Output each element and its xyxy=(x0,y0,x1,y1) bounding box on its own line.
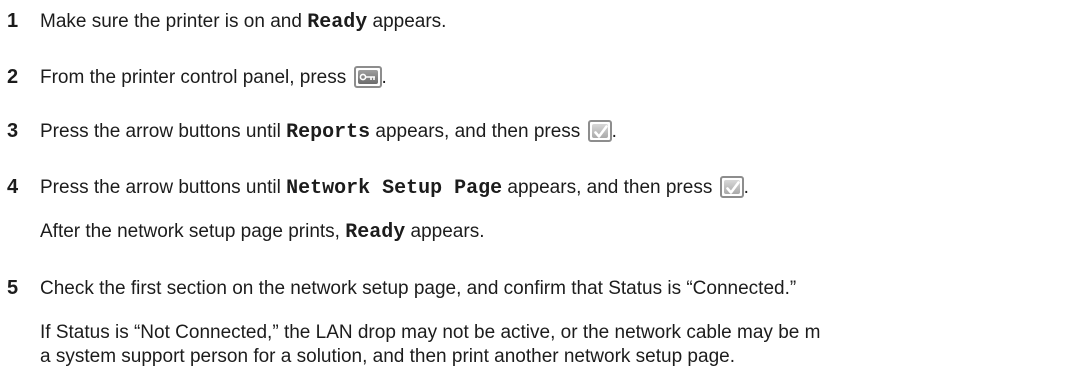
step-number: 3 xyxy=(7,120,19,142)
step-2: 2 From the printer control panel, press . xyxy=(0,65,387,90)
step-5: 5 Check the first section on the network … xyxy=(0,276,796,301)
step-text: . xyxy=(611,121,617,142)
display-message: Ready xyxy=(345,221,406,244)
step-number: 5 xyxy=(7,277,19,299)
step-5-note-line-2: a system support person for a solution, … xyxy=(40,345,735,369)
step-4: 4 Press the arrow buttons until Network S… xyxy=(0,175,749,201)
step-text: appears, and then press xyxy=(502,177,718,198)
menu-key-icon xyxy=(353,66,382,88)
step-3: 3 Press the arrow buttons until Reports a… xyxy=(0,119,617,145)
instructions-document: 1 Make sure the printer is on and Ready a… xyxy=(0,0,1082,374)
step-text: Make sure the printer is on and xyxy=(40,11,308,32)
note-text: After the network setup page prints, xyxy=(40,221,346,242)
step-text: Press the arrow buttons until xyxy=(40,121,287,142)
display-message: Network Setup Page xyxy=(286,177,503,200)
step-4-note: After the network setup page prints, Rea… xyxy=(40,220,484,245)
step-number: 4 xyxy=(7,176,19,198)
step-text: . xyxy=(743,177,749,198)
note-text: If Status is “Not Connected,” the LAN dr… xyxy=(40,322,821,343)
step-number: 1 xyxy=(7,10,19,32)
select-check-icon xyxy=(719,176,744,198)
step-text: . xyxy=(381,67,387,88)
display-message: Ready xyxy=(307,11,368,34)
step-text: appears, and then press xyxy=(370,121,586,142)
note-text: a system support person for a solution, … xyxy=(40,346,735,367)
step-text: From the printer control panel, press xyxy=(40,67,352,88)
step-text: appears. xyxy=(367,11,447,32)
note-text: appears. xyxy=(405,221,485,242)
step-1: 1 Make sure the printer is on and Ready a… xyxy=(0,9,446,35)
step-text: Check the first section on the network s… xyxy=(40,278,797,299)
display-message: Reports xyxy=(286,121,371,144)
step-5-note-line-1: If Status is “Not Connected,” the LAN dr… xyxy=(40,321,820,345)
step-number: 2 xyxy=(7,66,19,88)
step-text: Press the arrow buttons until xyxy=(40,177,287,198)
select-check-icon xyxy=(587,120,612,142)
